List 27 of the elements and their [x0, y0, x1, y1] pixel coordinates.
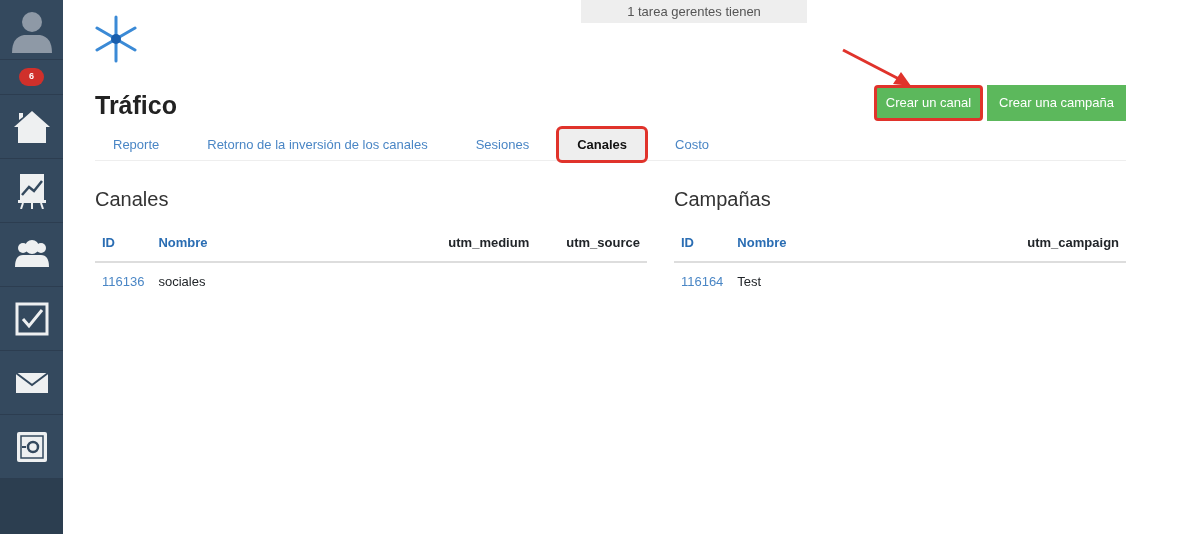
tab[interactable]: Retorno de la inversión de los canales	[189, 128, 446, 160]
tab[interactable]: Reporte	[95, 128, 178, 160]
snowflake-logo	[95, 15, 137, 63]
create-button[interactable]: Crear un canal	[873, 85, 984, 121]
column-header: utm_medium	[418, 225, 537, 262]
page-title: Tráfico	[95, 89, 177, 120]
table-cell: Test	[737, 273, 762, 289]
annotation-arrow	[841, 48, 913, 88]
id-link[interactable]: 116164	[680, 273, 724, 289]
column-header[interactable]: Nombre	[730, 225, 998, 262]
section-title: Canales	[95, 187, 170, 211]
tab[interactable]: Sesiones	[457, 128, 548, 160]
tab[interactable]: Costo	[657, 128, 727, 160]
home-icon[interactable]	[13, 108, 50, 145]
checkbox-icon[interactable]	[13, 300, 50, 337]
column-header[interactable]: ID	[95, 225, 152, 262]
id-link[interactable]: 116136	[102, 273, 145, 289]
create-button[interactable]: Crear una campaña	[987, 85, 1126, 121]
table-cell: sociales	[158, 273, 206, 289]
column-header: utm_campaign	[997, 225, 1126, 262]
notification-badge[interactable]: 6	[19, 68, 44, 86]
tab[interactable]: Canales	[559, 128, 646, 160]
notice-bar: 1 tarea gerentes tienen	[581, 0, 807, 23]
column-header[interactable]: Nombre	[151, 225, 419, 262]
section-title: Campañas	[673, 187, 772, 211]
column-header[interactable]: ID	[673, 225, 731, 262]
column-header: utm_source	[536, 225, 647, 262]
